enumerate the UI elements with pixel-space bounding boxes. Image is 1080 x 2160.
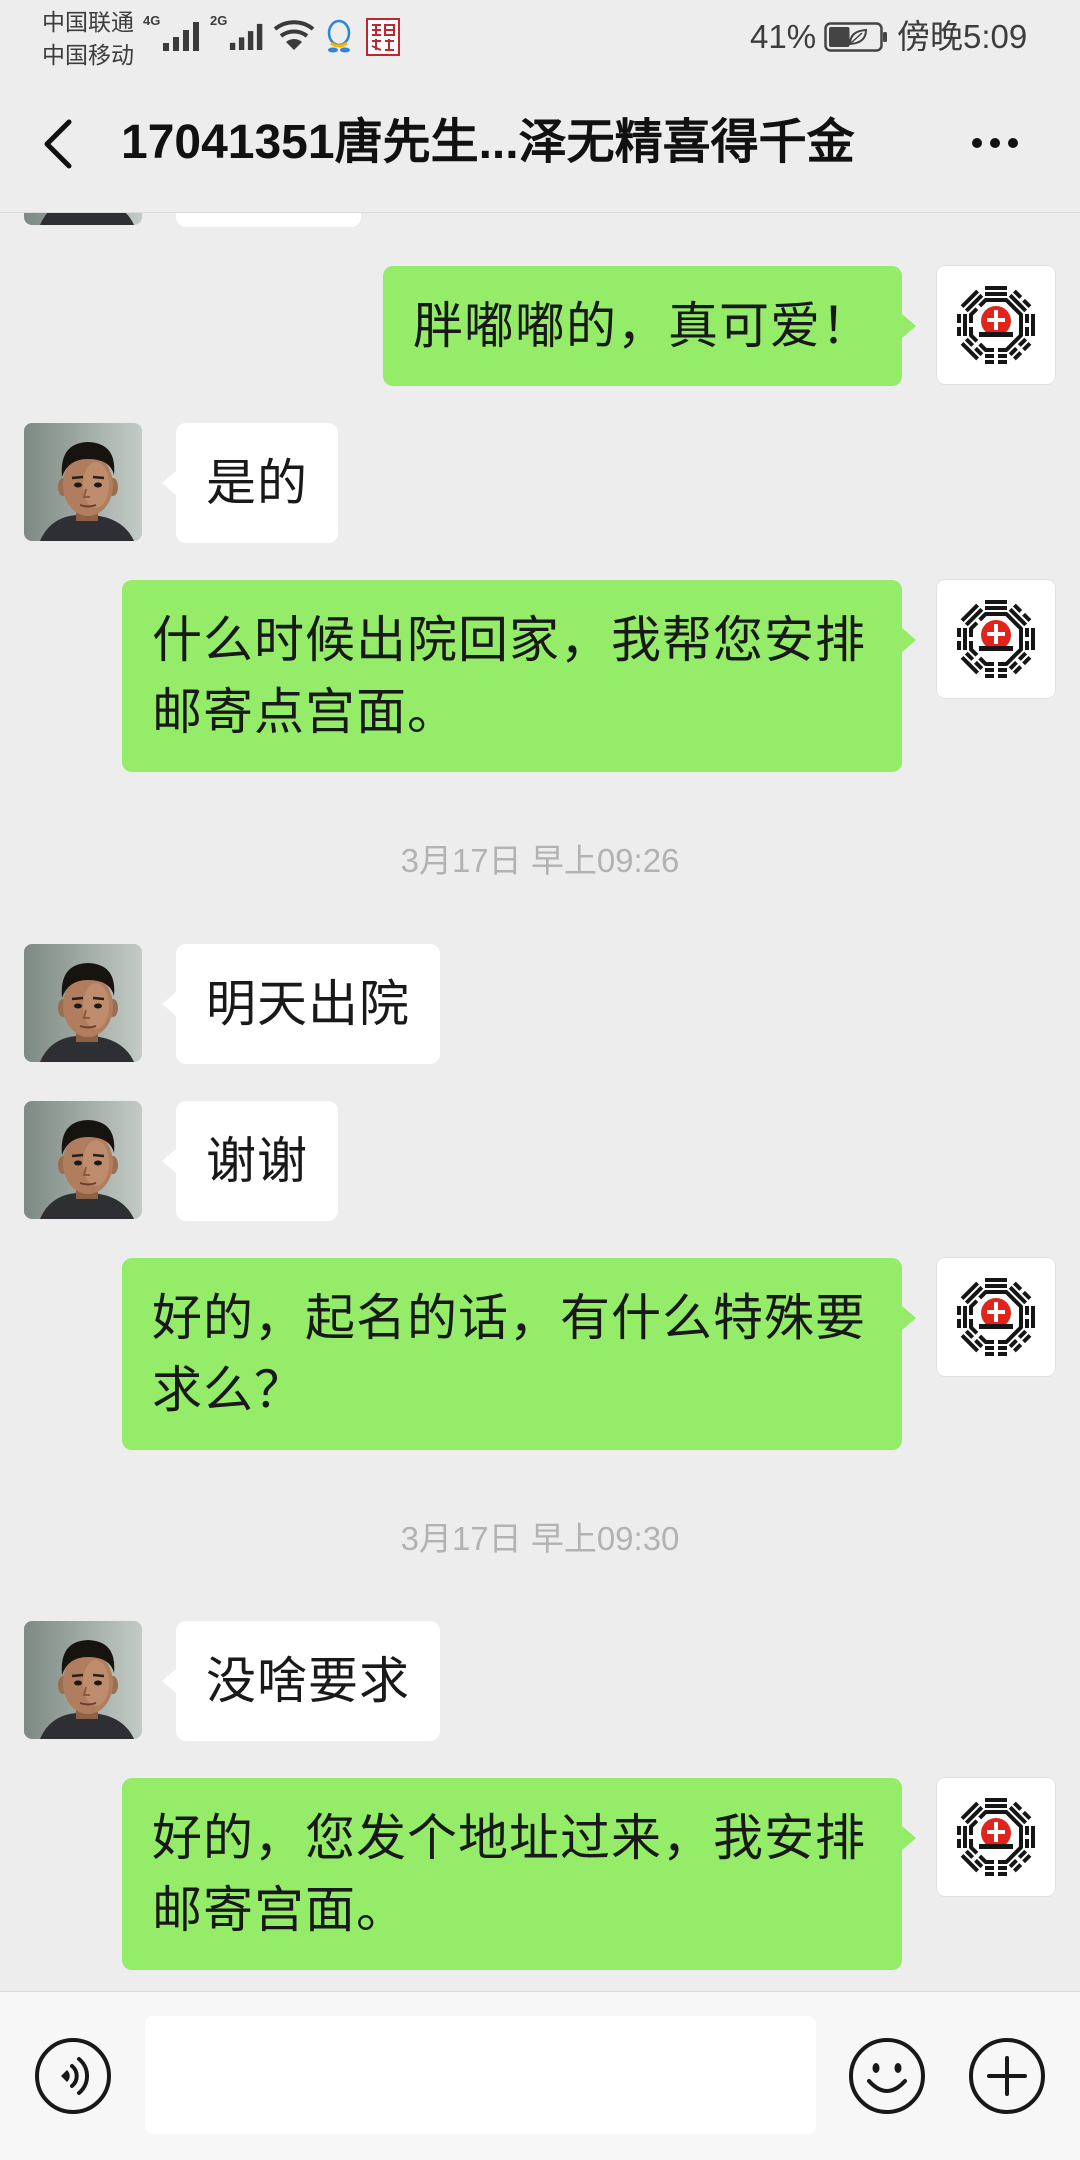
message-timestamp: 3月17日 早上09:30 [400,1520,680,1557]
message-text: 是的 [206,455,308,511]
message-row-incoming: 是的 [0,423,1080,543]
message-timestamp: 3月17日 早上09:26 [400,842,680,879]
message-input[interactable] [145,2016,816,2134]
contact-avatar[interactable] [24,1101,142,1219]
clock: 傍晚5:09 [897,18,1028,55]
message-row-incoming: 谢谢 [0,1101,1080,1221]
input-bar [0,1991,1080,2160]
emoji-icon [849,2038,925,2114]
contact-photo-avatar [24,1101,142,1219]
contact-photo-avatar [24,423,142,541]
contact-photo-avatar [24,1621,142,1739]
carrier-primary: 中国联通 [42,9,134,35]
message-bubble[interactable]: 好的，您发个地址过来，我安排邮寄宫面。 [122,1778,916,1970]
plus-circle-icon [969,2038,1045,2114]
message-bubble[interactable]: 胖嘟嘟的，真可爱！ [383,266,916,386]
signal-bars-icon [229,23,263,50]
network-type-primary: 4G [143,13,161,28]
status-bar: 中国联通 中国移动 4G 2G 41% 傍晚5:09 [0,0,1080,76]
message-bubble[interactable]: 明天出院 [162,944,440,1064]
message-row-outgoing: 好的，您发个地址过来，我安排邮寄宫面。 [0,1778,1080,1970]
message-text: 什么时候出院回家，我帮您安排邮寄点宫面。 [152,612,866,740]
message-row-outgoing: 胖嘟嘟的，真可爱！ [0,266,1080,386]
bagua-logo-avatar [937,580,1055,698]
message-text: 好的，您发个地址过来，我安排邮寄宫面。 [152,1810,866,1938]
bagua-logo-avatar [937,266,1055,384]
self-avatar[interactable] [937,266,1055,384]
voice-input-icon [35,2038,111,2114]
message-text: 明天出院 [206,976,410,1032]
battery-percent: 41% [750,18,817,55]
chat-screen: 中国联通 中国移动 4G 2G 41% 傍晚5:09 17041351唐先生..… [0,0,1080,2160]
message-row-outgoing: 好的，起名的话，有什么特殊要求么？ [0,1258,1080,1450]
message-text: 谢谢 [206,1133,308,1189]
carrier-secondary: 中国移动 [42,42,134,68]
bagua-logo-avatar [937,1778,1055,1896]
message-row-incoming: 明天出院 [0,944,1080,1064]
battery-icon [824,22,887,52]
contact-avatar[interactable] [24,1621,142,1739]
signal-bars-icon [163,22,199,51]
bagua-logo-avatar [937,1258,1055,1376]
self-avatar[interactable] [937,1258,1055,1376]
message-row-incoming: 没啥要求 [0,1621,1080,1741]
red-seal-icon [366,18,400,56]
message-bubble[interactable]: 是的 [162,423,338,543]
network-type-secondary: 2G [210,13,228,28]
emoji-button[interactable] [848,2037,926,2115]
self-avatar[interactable] [937,1778,1055,1896]
voice-button[interactable] [34,2037,112,2115]
message-bubble[interactable]: 好的，起名的话，有什么特殊要求么？ [122,1258,916,1450]
message-bubble[interactable]: 谢谢 [162,1101,338,1221]
chevron-left-icon[interactable] [42,118,74,170]
contact-avatar[interactable] [24,944,142,1062]
self-avatar[interactable] [937,580,1055,698]
chat-title: 17041351唐先生...泽无精喜得千金 [121,116,855,169]
message-text: 胖嘟嘟的，真可爱！ [413,298,872,354]
chat-header: 17041351唐先生...泽无精喜得千金 [0,76,1080,213]
message-text: 好的，起名的话，有什么特殊要求么？ [152,1290,866,1418]
qq-icon [327,19,351,53]
contact-avatar[interactable] [24,423,142,541]
message-text: 没啥要求 [206,1653,410,1709]
add-button[interactable] [968,2037,1046,2115]
contact-photo-avatar [24,944,142,1062]
wifi-icon [273,20,315,50]
message-bubble[interactable]: 什么时候出院回家，我帮您安排邮寄点宫面。 [122,580,916,772]
message-bubble[interactable]: 没啥要求 [162,1621,440,1741]
more-dots-icon[interactable] [970,135,1020,151]
message-row-outgoing: 什么时候出院回家，我帮您安排邮寄点宫面。 [0,580,1080,772]
